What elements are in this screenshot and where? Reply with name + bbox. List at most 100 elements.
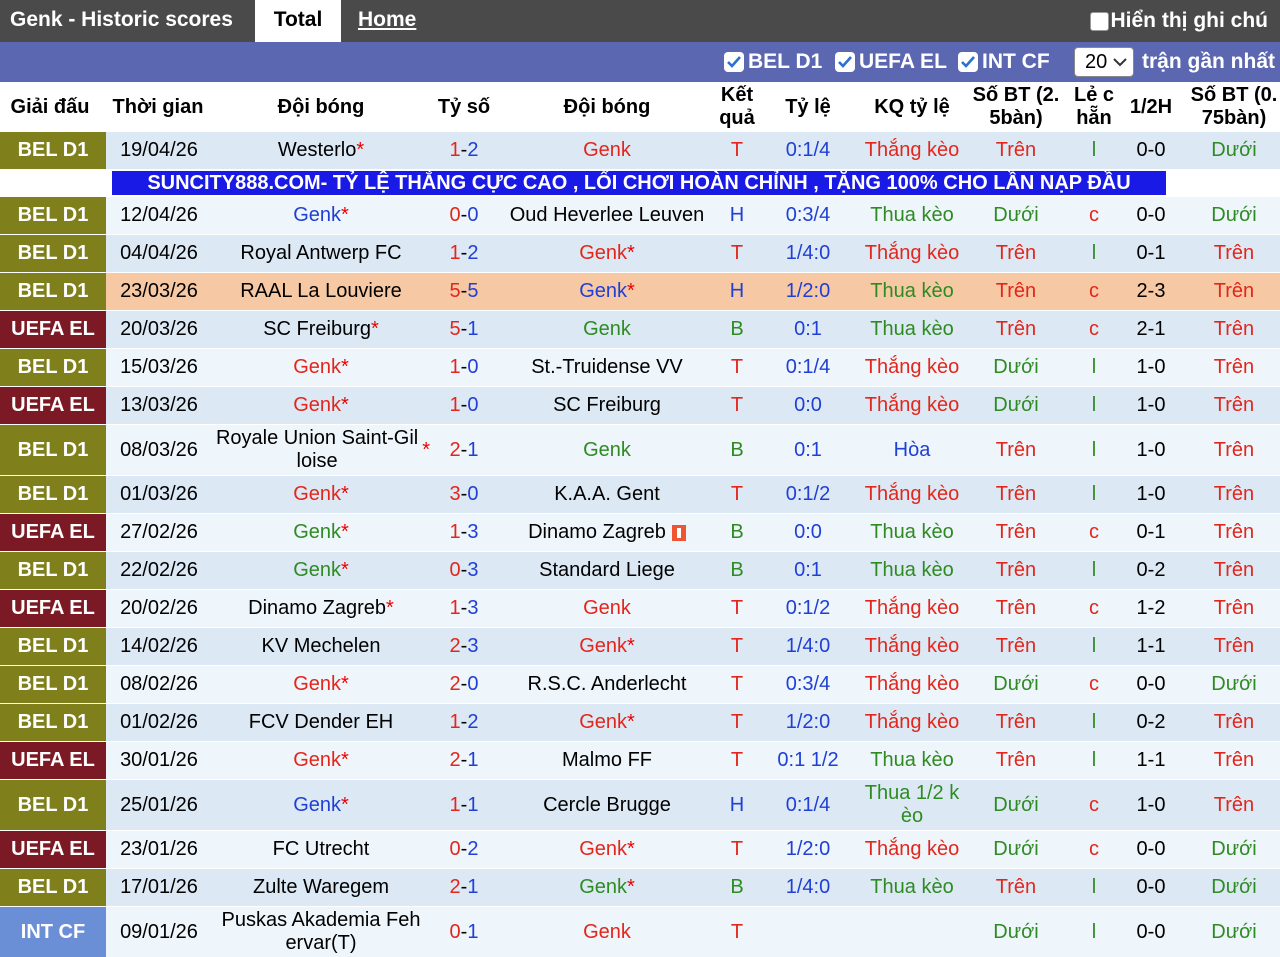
league-badge[interactable]: BEL D1 — [0, 780, 106, 830]
score[interactable]: 2-0 — [430, 666, 498, 703]
score[interactable]: 1-0 — [430, 349, 498, 386]
tab-home[interactable]: Home — [358, 0, 416, 42]
league-badge[interactable]: BEL D1 — [0, 628, 106, 665]
odds[interactable]: 0:1/4 — [762, 132, 854, 169]
score[interactable]: 3-0 — [430, 476, 498, 513]
score[interactable]: 2-1 — [430, 869, 498, 906]
promo-banner[interactable]: SUNCITY888.COM- TỶ LỆ THẮNG CỰC CAO , LỐ… — [0, 170, 1280, 196]
home-team[interactable]: FC Utrecht — [212, 831, 430, 868]
away-team[interactable]: Oud Heverlee Leuven — [498, 197, 716, 234]
filter-int-cf[interactable]: INT CF — [958, 42, 1050, 82]
odds[interactable]: 1/4:0 — [762, 869, 854, 906]
home-team[interactable]: Dinamo Zagreb * — [212, 590, 430, 627]
home-team[interactable]: Genk * — [212, 552, 430, 589]
checkbox-checked-icon[interactable] — [724, 52, 744, 72]
home-team[interactable]: Genk * — [212, 349, 430, 386]
odds[interactable]: 0:1/2 — [762, 476, 854, 513]
away-team[interactable]: Genk * — [498, 704, 716, 741]
score[interactable]: 1-2 — [430, 235, 498, 272]
odds[interactable]: 1/2:0 — [762, 273, 854, 310]
odds[interactable]: 0:1/4 — [762, 349, 854, 386]
league-badge[interactable]: BEL D1 — [0, 132, 106, 169]
home-team[interactable]: SC Freiburg * — [212, 311, 430, 348]
league-badge[interactable]: BEL D1 — [0, 666, 106, 703]
league-badge[interactable]: BEL D1 — [0, 476, 106, 513]
score[interactable]: 5-5 — [430, 273, 498, 310]
filter-bel-d1[interactable]: BEL D1 — [724, 42, 822, 82]
odds[interactable]: 0:1 — [762, 552, 854, 589]
score[interactable]: 1-3 — [430, 514, 498, 551]
odds[interactable]: 0:1/4 — [762, 780, 854, 830]
league-badge[interactable]: UEFA EL — [0, 514, 106, 551]
checkbox-checked-icon[interactable] — [958, 52, 978, 72]
league-badge[interactable]: UEFA EL — [0, 831, 106, 868]
score[interactable]: 2-1 — [430, 425, 498, 475]
away-team[interactable]: Standard Liege — [498, 552, 716, 589]
league-badge[interactable]: BEL D1 — [0, 235, 106, 272]
away-team[interactable]: Genk — [498, 132, 716, 169]
home-team[interactable]: FCV Dender EH — [212, 704, 430, 741]
home-team[interactable]: KV Mechelen — [212, 628, 430, 665]
filter-uefa-el[interactable]: UEFA EL — [835, 42, 947, 82]
score[interactable]: 1-2 — [430, 704, 498, 741]
home-team[interactable]: Royale Union Saint-Gil loise * — [212, 425, 430, 475]
league-badge[interactable]: BEL D1 — [0, 869, 106, 906]
league-badge[interactable]: UEFA EL — [0, 742, 106, 779]
league-badge[interactable]: UEFA EL — [0, 590, 106, 627]
league-badge[interactable]: BEL D1 — [0, 552, 106, 589]
home-team[interactable]: Genk * — [212, 780, 430, 830]
league-badge[interactable]: UEFA EL — [0, 311, 106, 348]
away-team[interactable]: Genk — [498, 425, 716, 475]
show-notes-toggle[interactable]: Hiển thị ghi chú — [1089, 0, 1268, 42]
score[interactable]: 2-1 — [430, 742, 498, 779]
score[interactable]: 0-0 — [430, 197, 498, 234]
odds[interactable]: 0:1 — [762, 311, 854, 348]
home-team[interactable]: RAAL La Louviere — [212, 273, 430, 310]
odds[interactable]: 0:0 — [762, 514, 854, 551]
promo-banner-text[interactable]: SUNCITY888.COM- TỶ LỆ THẮNG CỰC CAO , LỐ… — [112, 171, 1166, 195]
away-team[interactable]: Genk * — [498, 235, 716, 272]
away-team[interactable]: Malmo FF — [498, 742, 716, 779]
home-team[interactable]: Genk * — [212, 197, 430, 234]
away-team[interactable]: R.S.C. Anderlecht — [498, 666, 716, 703]
odds[interactable]: 0:1 1/2 — [762, 742, 854, 779]
odds[interactable]: 0:3/4 — [762, 197, 854, 234]
home-team[interactable]: Genk * — [212, 666, 430, 703]
away-team[interactable]: St.-Truidense VV — [498, 349, 716, 386]
odds[interactable]: 0:3/4 — [762, 666, 854, 703]
away-team[interactable]: Dinamo Zagreb — [498, 514, 716, 551]
score[interactable]: 0-3 — [430, 552, 498, 589]
score[interactable]: 1-3 — [430, 590, 498, 627]
tab-total[interactable]: Total — [255, 0, 341, 42]
league-badge[interactable]: BEL D1 — [0, 349, 106, 386]
show-notes-checkbox[interactable] — [1089, 11, 1109, 31]
checkbox-checked-icon[interactable] — [835, 52, 855, 72]
home-team[interactable]: Genk * — [212, 742, 430, 779]
away-team[interactable]: Genk * — [498, 869, 716, 906]
score[interactable]: 2-3 — [430, 628, 498, 665]
away-team[interactable]: Genk * — [498, 628, 716, 665]
match-count-select[interactable]: 20 — [1074, 47, 1134, 77]
league-badge[interactable]: BEL D1 — [0, 197, 106, 234]
odds[interactable]: 1/2:0 — [762, 704, 854, 741]
odds[interactable]: 0:1 — [762, 425, 854, 475]
score[interactable]: 1-1 — [430, 780, 498, 830]
away-team[interactable]: SC Freiburg — [498, 387, 716, 424]
score[interactable]: 1-0 — [430, 387, 498, 424]
league-badge[interactable]: BEL D1 — [0, 425, 106, 475]
score[interactable]: 0-2 — [430, 831, 498, 868]
away-team[interactable]: Genk — [498, 311, 716, 348]
home-team[interactable]: Genk * — [212, 387, 430, 424]
away-team[interactable]: K.A.A. Gent — [498, 476, 716, 513]
league-badge[interactable]: UEFA EL — [0, 387, 106, 424]
odds[interactable]: 0:0 — [762, 387, 854, 424]
away-team[interactable]: Genk — [498, 590, 716, 627]
odds[interactable]: 0:1/2 — [762, 590, 854, 627]
home-team[interactable]: Zulte Waregem — [212, 869, 430, 906]
league-badge[interactable]: BEL D1 — [0, 704, 106, 741]
odds[interactable]: 1/4:0 — [762, 628, 854, 665]
odds[interactable]: 1/2:0 — [762, 831, 854, 868]
league-badge[interactable]: BEL D1 — [0, 273, 106, 310]
home-team[interactable]: Royal Antwerp FC — [212, 235, 430, 272]
away-team[interactable]: Genk * — [498, 831, 716, 868]
